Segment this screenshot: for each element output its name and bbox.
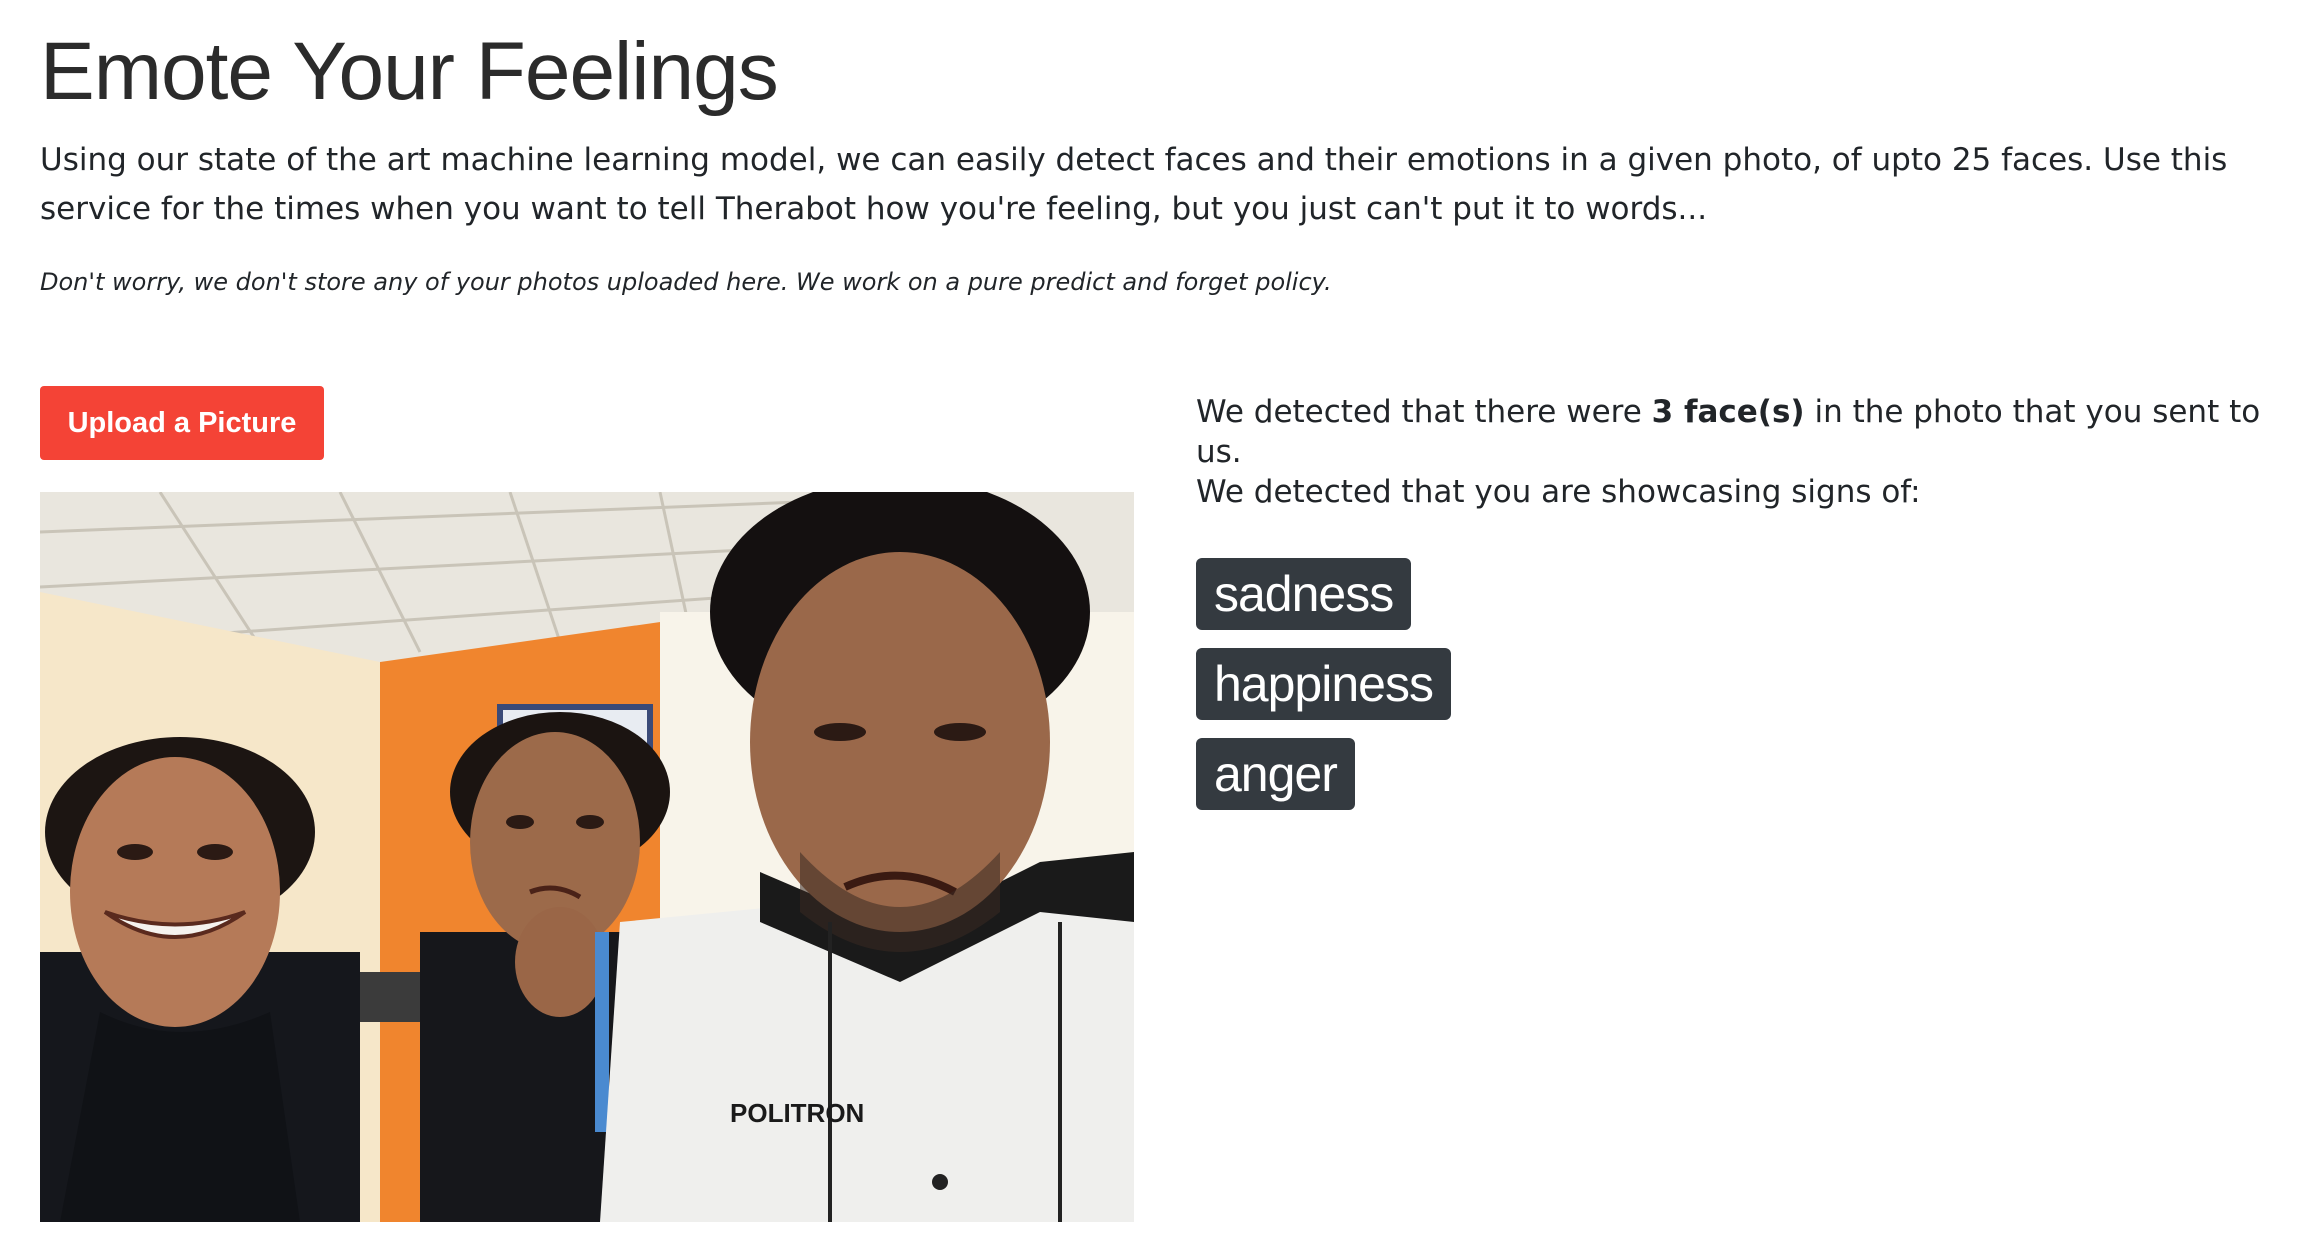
- privacy-note: Don't worry, we don't store any of your …: [40, 268, 1332, 296]
- emotion-badge-happiness: happiness: [1196, 648, 1451, 720]
- uploaded-photo-illustration: POLITRON: [40, 492, 1134, 1222]
- faces-detected-text: We detected that there were 3 face(s) in…: [1196, 392, 2296, 472]
- intro-paragraph: Using our state of the art machine learn…: [40, 142, 2228, 227]
- uploaded-photo: POLITRON: [40, 492, 1134, 1222]
- shirt-print: POLITRON: [730, 1098, 864, 1128]
- faces-count: 3 face(s): [1651, 394, 1805, 430]
- page-title: Emote Your Feelings: [40, 26, 779, 117]
- upload-picture-button[interactable]: Upload a Picture: [40, 386, 324, 460]
- emotion-badge-sadness: sadness: [1196, 558, 1412, 630]
- emotion-badge-list: sadness happiness anger: [1196, 558, 1451, 828]
- faces-prefix: We detected that there were: [1196, 394, 1652, 430]
- emotion-signs-text: We detected that you are showcasing sign…: [1196, 474, 1921, 510]
- emotion-badge-anger: anger: [1196, 738, 1355, 810]
